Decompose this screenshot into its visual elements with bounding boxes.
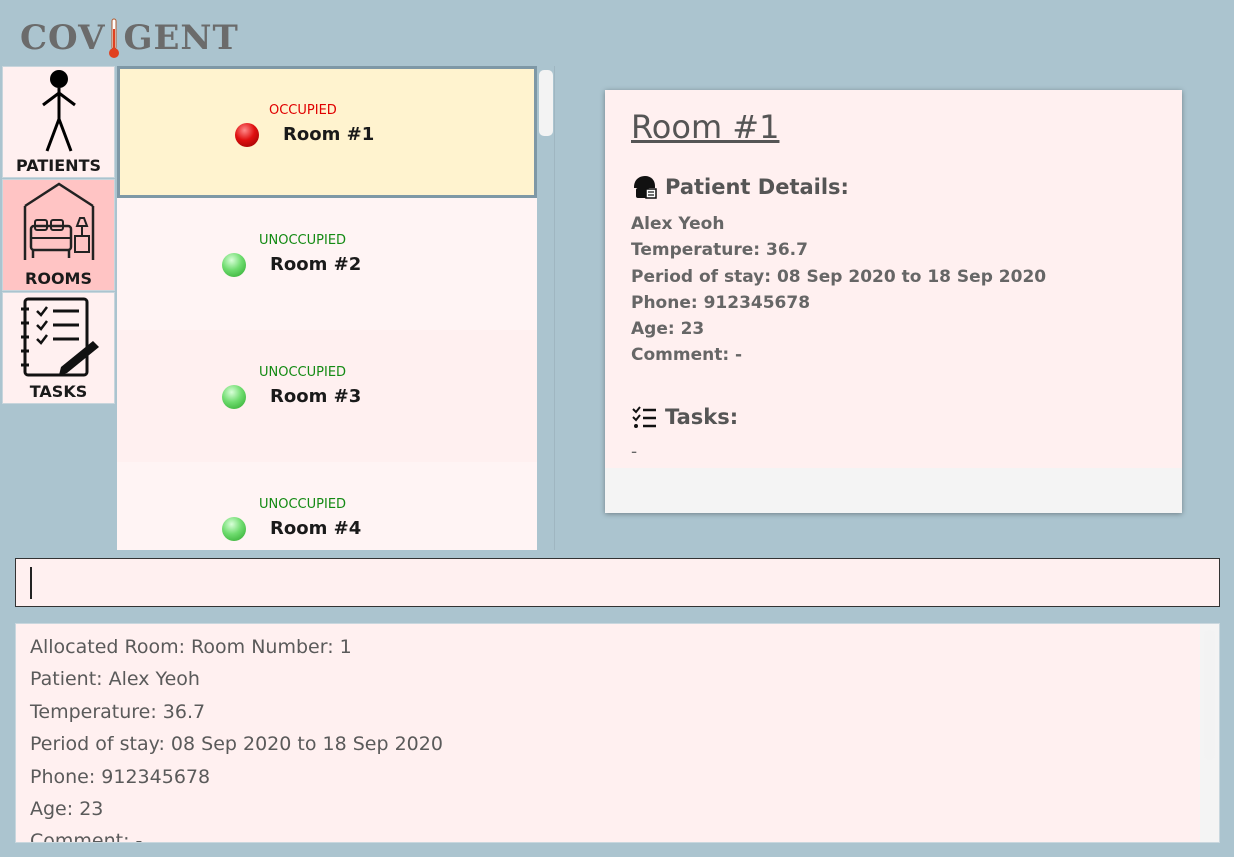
room-status: UNOCCUPIED bbox=[259, 497, 347, 512]
nav-label-patients: PATIENTS bbox=[15, 156, 102, 175]
side-nav: PATIENTS ROOMS TASKS bbox=[2, 66, 115, 405]
thermometer-icon bbox=[109, 18, 120, 58]
room-card-3[interactable]: UNOCCUPIED Room #3 bbox=[117, 330, 537, 462]
patient-name: Alex Yeoh bbox=[631, 214, 725, 234]
nav-label-tasks: TASKS bbox=[29, 382, 88, 401]
room-name: Room #2 bbox=[270, 254, 362, 275]
result-line: Patient: Alex Yeoh bbox=[30, 668, 200, 690]
room-detail-panel: Room #1 Patient Details: Alex Yeoh Tempe… bbox=[605, 90, 1182, 513]
detail-room-title: Room #1 bbox=[631, 108, 780, 146]
logo-text-right: GENT bbox=[123, 18, 239, 58]
room-status: OCCUPIED bbox=[269, 103, 337, 118]
occupied-indicator-icon bbox=[235, 123, 259, 147]
room-card-1[interactable]: OCCUPIED Room #1 bbox=[117, 66, 537, 198]
room-name: Room #4 bbox=[270, 518, 362, 539]
patient-details-heading: Patient Details: bbox=[631, 174, 849, 200]
command-input[interactable] bbox=[15, 558, 1220, 607]
room-name: Room #1 bbox=[283, 124, 375, 145]
unoccupied-indicator-icon bbox=[222, 253, 246, 277]
result-line: Allocated Room: Room Number: 1 bbox=[30, 636, 352, 658]
patient-comment: Comment: - bbox=[631, 345, 743, 365]
nav-item-tasks[interactable]: TASKS bbox=[2, 292, 115, 404]
result-scrollbar[interactable] bbox=[1204, 630, 1215, 760]
logo-text-left: COV bbox=[20, 18, 106, 58]
room-card-4[interactable]: UNOCCUPIED Room #4 bbox=[117, 462, 537, 550]
tasks-value: - bbox=[631, 442, 638, 462]
person-icon bbox=[41, 70, 76, 152]
patient-details-label: Patient Details: bbox=[665, 175, 849, 199]
tasks-list-icon bbox=[632, 406, 656, 428]
room-status: UNOCCUPIED bbox=[259, 365, 347, 380]
room-list[interactable]: OCCUPIED Room #1 UNOCCUPIED Room #2 UNOC… bbox=[117, 66, 537, 550]
patient-phone: Phone: 912345678 bbox=[631, 293, 811, 313]
result-line: Period of stay: 08 Sep 2020 to 18 Sep 20… bbox=[30, 733, 443, 755]
text-caret bbox=[30, 567, 32, 599]
nav-item-rooms[interactable]: ROOMS bbox=[2, 179, 115, 291]
panel-divider[interactable] bbox=[554, 66, 555, 550]
room-card-2[interactable]: UNOCCUPIED Room #2 bbox=[117, 198, 537, 330]
result-line: Phone: 912345678 bbox=[30, 766, 211, 788]
patient-age: Age: 23 bbox=[631, 319, 705, 339]
room-status: UNOCCUPIED bbox=[259, 233, 347, 248]
room-list-scrollbar[interactable] bbox=[539, 70, 553, 136]
checklist-icon bbox=[20, 297, 99, 377]
result-line: Age: 23 bbox=[30, 798, 104, 820]
result-display[interactable]: Allocated Room: Room Number: 1 Patient: … bbox=[15, 623, 1220, 843]
result-line: Temperature: 36.7 bbox=[30, 701, 206, 723]
room-name: Room #3 bbox=[270, 386, 362, 407]
unoccupied-indicator-icon bbox=[222, 385, 246, 409]
app-logo: COV GENT bbox=[20, 14, 239, 62]
nav-item-patients[interactable]: PATIENTS bbox=[2, 66, 115, 178]
patient-mask-icon bbox=[634, 176, 657, 199]
tasks-label: Tasks: bbox=[665, 405, 739, 429]
unoccupied-indicator-icon bbox=[222, 517, 246, 541]
patient-period: Period of stay: 08 Sep 2020 to 18 Sep 20… bbox=[631, 267, 1047, 287]
result-line: Comment: - bbox=[30, 830, 143, 843]
patient-temperature: Temperature: 36.7 bbox=[631, 240, 808, 260]
nav-label-rooms: ROOMS bbox=[25, 269, 92, 288]
tasks-heading: Tasks: bbox=[631, 404, 738, 430]
bed-room-icon bbox=[23, 182, 94, 260]
